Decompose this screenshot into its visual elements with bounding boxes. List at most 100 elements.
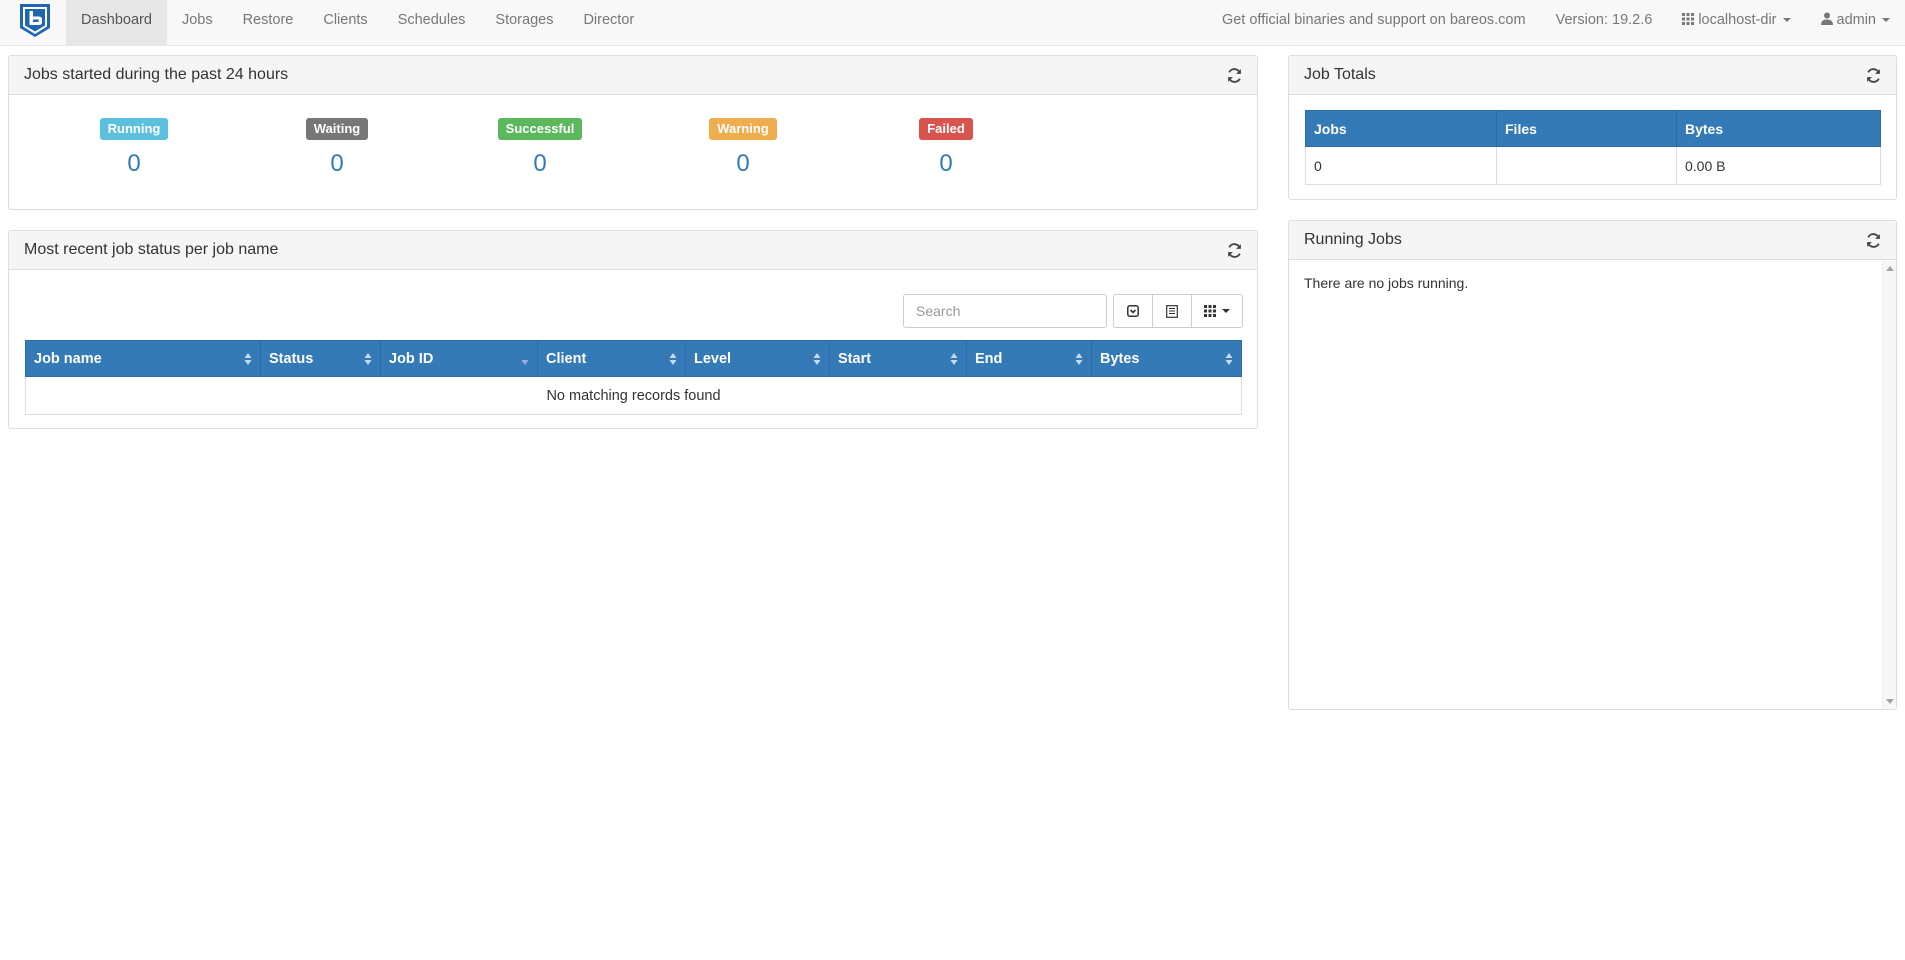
status-badge[interactable]: Running [99, 118, 169, 140]
status-running[interactable]: Running 0 [84, 118, 184, 178]
sort-icon [813, 353, 821, 365]
column-label: Client [546, 350, 587, 367]
panel-heading: Running Jobs [1289, 221, 1896, 260]
version-text: Version: 19.2.6 [1555, 12, 1653, 28]
column-header-job-id[interactable]: Job ID [380, 340, 538, 377]
recent-jobs-panel: Most recent job status per job name Sear… [8, 230, 1258, 429]
sort-icon [364, 353, 372, 365]
status-count[interactable]: 0 [84, 150, 184, 178]
refresh-icon[interactable] [1865, 67, 1882, 84]
column-header-status[interactable]: Status [260, 340, 381, 377]
director-dropdown[interactable]: localhost-dir [1667, 0, 1805, 45]
sort-icon [950, 353, 958, 365]
status-badge[interactable]: Successful [497, 118, 583, 140]
column-label: End [975, 350, 1003, 367]
user-name: admin [1836, 12, 1877, 28]
table-toolbar [1113, 294, 1243, 328]
nav-director[interactable]: Director [568, 0, 649, 45]
column-header-job-name[interactable]: Job name [25, 340, 261, 377]
nav-storages[interactable]: Storages [480, 0, 568, 45]
panel-title: Jobs started during the past 24 hours [24, 66, 289, 83]
panel-title: Running Jobs [1304, 231, 1402, 248]
status-warning[interactable]: Warning 0 [693, 118, 793, 178]
nav-clients[interactable]: Clients [308, 0, 382, 45]
bareos-logo-icon[interactable] [17, 2, 53, 38]
chevron-down-icon [1222, 309, 1230, 313]
status-count[interactable]: 0 [287, 150, 387, 178]
column-label: Level [694, 350, 732, 367]
columns-button[interactable] [1191, 294, 1243, 328]
grid-icon [1682, 13, 1695, 25]
column-header-files: Files [1496, 110, 1677, 147]
status-badge[interactable]: Failed [919, 118, 973, 140]
column-label: Start [838, 350, 872, 367]
column-header-bytes: Bytes [1676, 110, 1881, 147]
toggle-button[interactable] [1113, 294, 1153, 328]
search-input[interactable] [903, 294, 1107, 328]
main-nav: Dashboard Jobs Restore Clients Schedules… [66, 0, 649, 45]
panel-heading: Job Totals [1289, 56, 1896, 95]
user-dropdown[interactable]: admin [1806, 0, 1905, 45]
toggle-icon [1127, 305, 1139, 317]
panel-heading: Most recent job status per job name [9, 231, 1257, 270]
running-jobs-body: There are no jobs running. [1289, 261, 1896, 709]
column-header-start[interactable]: Start [829, 340, 967, 377]
column-header-level[interactable]: Level [685, 340, 830, 377]
column-label: Bytes [1100, 350, 1140, 367]
table-row: 0 0.00 B [1305, 146, 1881, 185]
column-label: Job name [34, 350, 102, 367]
refresh-icon[interactable] [1226, 67, 1243, 84]
director-name: localhost-dir [1698, 12, 1777, 28]
column-header-bytes[interactable]: Bytes [1091, 340, 1242, 377]
refresh-icon[interactable] [1865, 232, 1882, 249]
status-successful[interactable]: Successful 0 [490, 118, 590, 178]
scroll-down-icon[interactable] [1886, 699, 1894, 704]
totals-files-value [1496, 146, 1677, 185]
status-failed[interactable]: Failed 0 [896, 118, 996, 178]
user-icon [1820, 12, 1833, 25]
totals-table: Jobs Files Bytes 0 0.00 B [1305, 110, 1881, 185]
sort-icon [244, 353, 252, 365]
sort-desc-icon [521, 360, 529, 365]
totals-jobs-value: 0 [1305, 146, 1497, 185]
running-jobs-panel: Running Jobs There are no jobs running. [1288, 220, 1897, 710]
scrollbar[interactable] [1882, 261, 1896, 709]
chevron-down-icon [1782, 18, 1791, 23]
nav-restore[interactable]: Restore [228, 0, 309, 45]
column-label: Status [269, 350, 314, 367]
nav-dashboard[interactable]: Dashboard [66, 0, 167, 45]
list-icon [1166, 304, 1178, 318]
panel-title: Job Totals [1304, 66, 1376, 83]
jobs-table: Job name Status Job ID Client Level Star… [25, 340, 1242, 415]
column-header-client[interactable]: Client [537, 340, 686, 377]
sort-icon [1075, 353, 1083, 365]
scroll-up-icon[interactable] [1886, 266, 1894, 271]
totals-bytes-value: 0.00 B [1676, 146, 1881, 185]
top-navbar: Dashboard Jobs Restore Clients Schedules… [0, 0, 1905, 46]
status-badge[interactable]: Warning [709, 118, 777, 140]
grid-icon [1204, 305, 1216, 317]
status-badge[interactable]: Waiting [305, 118, 369, 140]
refresh-icon[interactable] [1226, 242, 1243, 259]
empty-message: No matching records found [25, 376, 1242, 415]
status-count[interactable]: 0 [490, 150, 590, 178]
nav-jobs[interactable]: Jobs [167, 0, 228, 45]
card-view-button[interactable] [1152, 294, 1192, 328]
jobs-24h-panel: Jobs started during the past 24 hours Ru… [8, 55, 1258, 210]
sort-icon [1225, 353, 1233, 365]
table-row: No matching records found [25, 376, 1242, 415]
sort-icon [669, 353, 677, 365]
column-label: Job ID [389, 350, 434, 367]
job-totals-panel: Job Totals Jobs Files Bytes 0 0.00 B [1288, 55, 1897, 200]
status-count[interactable]: 0 [896, 150, 996, 178]
support-link[interactable]: Get official binaries and support on bar… [1207, 0, 1541, 45]
chevron-down-icon [1882, 18, 1890, 23]
column-header-jobs: Jobs [1305, 110, 1497, 147]
panel-heading: Jobs started during the past 24 hours [9, 56, 1257, 95]
empty-message: There are no jobs running. [1304, 275, 1469, 291]
panel-title: Most recent job status per job name [24, 241, 279, 258]
status-count[interactable]: 0 [693, 150, 793, 178]
status-waiting[interactable]: Waiting 0 [287, 118, 387, 178]
column-header-end[interactable]: End [966, 340, 1092, 377]
nav-schedules[interactable]: Schedules [383, 0, 481, 45]
